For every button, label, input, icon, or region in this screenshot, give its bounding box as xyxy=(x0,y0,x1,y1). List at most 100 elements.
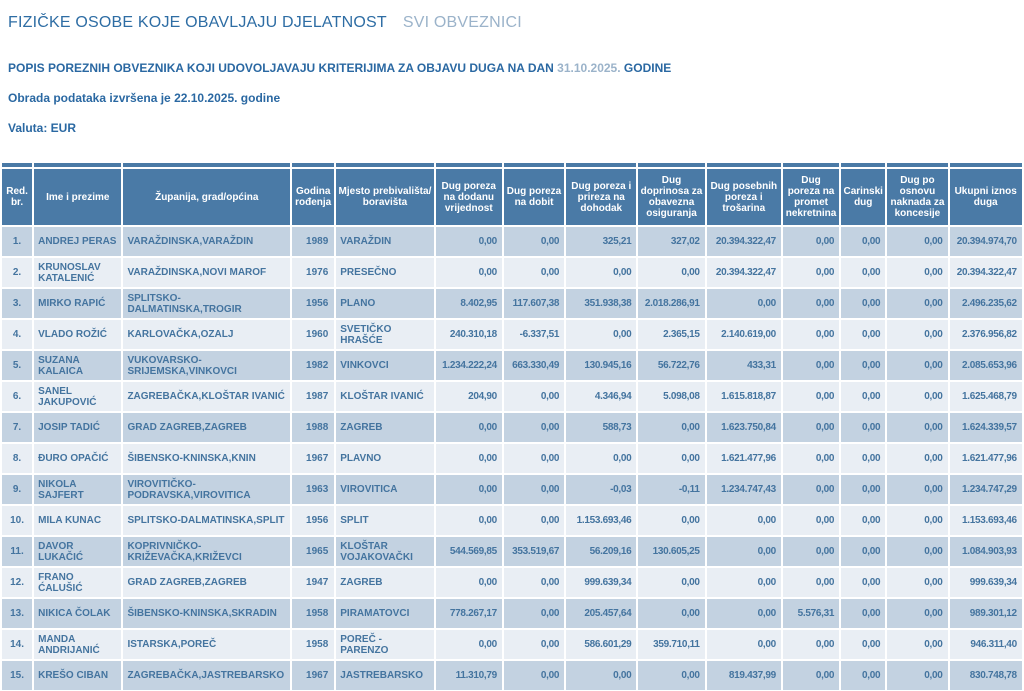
cell-birth-year: 1989 xyxy=(292,227,334,256)
table-row: 13.NIKICA ČOLAKŠIBENSKO-KNINSKA,SKRADIN1… xyxy=(2,599,1024,628)
col-header-profit-tax-debt: Dug poreza na dobit xyxy=(504,169,564,225)
cell-county-city: VARAŽDINSKA,VARAŽDIN xyxy=(123,227,290,256)
cell-real-estate-tax-debt: 0,00 xyxy=(783,630,839,659)
cell-concession-fees-debt: 0,00 xyxy=(887,289,947,318)
cell-income-tax-debt: 0,00 xyxy=(566,320,636,349)
cell-name: KREŠO CIBAN xyxy=(34,661,121,690)
cell-residence: ZAGREB xyxy=(336,568,433,597)
cell-vat-debt: 0,00 xyxy=(436,506,502,535)
col-header-row-number: Red. br. xyxy=(2,169,32,225)
cell-contributions-debt: 0,00 xyxy=(638,599,704,628)
cell-county-city: KOPRIVNIČKO-KRIŽEVAČKA,KRIŽEVCI xyxy=(123,537,290,566)
table-header: Red. br.Ime i prezimeŽupanija, grad/opći… xyxy=(2,163,1024,225)
table-row: 14.MANDA ANDRIJANIĆISTARSKA,POREČ1958POR… xyxy=(2,630,1024,659)
cell-customs-debt: 0,00 xyxy=(841,351,885,380)
cell-vat-debt: 0,00 xyxy=(436,475,502,504)
cell-birth-year: 1960 xyxy=(292,320,334,349)
cell-profit-tax-debt: 0,00 xyxy=(504,444,564,473)
cell-row-number: 7. xyxy=(2,413,32,442)
cell-row-number: 2. xyxy=(2,258,32,287)
cell-name: JOSIP TADIĆ xyxy=(34,413,121,442)
cell-name: MILA KUNAC xyxy=(34,506,121,535)
cell-special-taxes-debt: 819.437,99 xyxy=(707,661,781,690)
cell-real-estate-tax-debt: 0,00 xyxy=(783,506,839,535)
table-top-strip-cell xyxy=(707,163,781,167)
cell-total-debt: 830.748,78 xyxy=(950,661,1022,690)
col-header-vat-debt: Dug poreza na dodanu vrijednost xyxy=(436,169,502,225)
tab-svi-obveznici[interactable]: SVI OBVEZNICI xyxy=(403,14,522,31)
cell-contributions-debt: 2.018.286,91 xyxy=(638,289,704,318)
cell-contributions-debt: 2.365,15 xyxy=(638,320,704,349)
cell-vat-debt: 204,90 xyxy=(436,382,502,411)
cell-name: ĐURO OPAČIĆ xyxy=(34,444,121,473)
cell-contributions-debt: 0,00 xyxy=(638,444,704,473)
table-row: 7.JOSIP TADIĆGRAD ZAGREB,ZAGREB1988ZAGRE… xyxy=(2,413,1024,442)
cell-profit-tax-debt: 353.519,67 xyxy=(504,537,564,566)
cell-customs-debt: 0,00 xyxy=(841,413,885,442)
cell-concession-fees-debt: 0,00 xyxy=(887,661,947,690)
table-top-strip-cell xyxy=(841,163,885,167)
cell-row-number: 8. xyxy=(2,444,32,473)
cell-vat-debt: 0,00 xyxy=(436,568,502,597)
cell-total-debt: 1.084.903,93 xyxy=(950,537,1022,566)
cell-county-city: ŠIBENSKO-KNINSKA,SKRADIN xyxy=(123,599,290,628)
cell-county-city: VUKOVARSKO-SRIJEMSKA,VINKOVCI xyxy=(123,351,290,380)
cell-residence: SVETIČKO HRAŠĆE xyxy=(336,320,433,349)
cell-profit-tax-debt: 117.607,38 xyxy=(504,289,564,318)
cell-concession-fees-debt: 0,00 xyxy=(887,475,947,504)
cell-total-debt: 1.624.339,57 xyxy=(950,413,1022,442)
cell-county-city: VIROVITIČKO-PODRAVSKA,VIROVITICA xyxy=(123,475,290,504)
cell-special-taxes-debt: 0,00 xyxy=(707,537,781,566)
cell-row-number: 5. xyxy=(2,351,32,380)
table-top-strip-cell xyxy=(2,163,32,167)
cell-concession-fees-debt: 0,00 xyxy=(887,537,947,566)
col-header-special-taxes-debt: Dug posebnih poreza i trošarina xyxy=(707,169,781,225)
cell-special-taxes-debt: 2.140.619,00 xyxy=(707,320,781,349)
cell-special-taxes-debt: 1.615.818,87 xyxy=(707,382,781,411)
cell-residence: PLANO xyxy=(336,289,433,318)
table-row: 12.FRANO ĆALUŠIĆGRAD ZAGREB,ZAGREB1947ZA… xyxy=(2,568,1024,597)
table-row: 6.SANEL JAKUPOVIĆZAGREBAČKA,KLOŠTAR IVAN… xyxy=(2,382,1024,411)
cell-row-number: 3. xyxy=(2,289,32,318)
cell-birth-year: 1965 xyxy=(292,537,334,566)
cell-special-taxes-debt: 0,00 xyxy=(707,506,781,535)
cell-concession-fees-debt: 0,00 xyxy=(887,506,947,535)
cell-income-tax-debt: 130.945,16 xyxy=(566,351,636,380)
cell-row-number: 10. xyxy=(2,506,32,535)
cell-name: VLADO ROŽIĆ xyxy=(34,320,121,349)
cell-vat-debt: 11.310,79 xyxy=(436,661,502,690)
cell-income-tax-debt: 586.601,29 xyxy=(566,630,636,659)
cell-profit-tax-debt: 0,00 xyxy=(504,413,564,442)
page-title-text: FIZIČKE OSOBE KOJE OBAVLJAJU DJELATNOST xyxy=(8,14,387,31)
cell-profit-tax-debt: 0,00 xyxy=(504,630,564,659)
cell-customs-debt: 0,00 xyxy=(841,537,885,566)
cell-contributions-debt: 56.722,76 xyxy=(638,351,704,380)
cell-customs-debt: 0,00 xyxy=(841,599,885,628)
cell-birth-year: 1982 xyxy=(292,351,334,380)
col-header-total-debt: Ukupni iznos duga xyxy=(950,169,1022,225)
cell-row-number: 1. xyxy=(2,227,32,256)
table-top-strip-cell xyxy=(292,163,334,167)
cell-name: MIRKO RAPIĆ xyxy=(34,289,121,318)
cell-contributions-debt: 0,00 xyxy=(638,506,704,535)
cell-vat-debt: 8.402,95 xyxy=(436,289,502,318)
cell-vat-debt: 0,00 xyxy=(436,413,502,442)
cell-county-city: GRAD ZAGREB,ZAGREB xyxy=(123,413,290,442)
cell-real-estate-tax-debt: 0,00 xyxy=(783,537,839,566)
cell-real-estate-tax-debt: 0,00 xyxy=(783,661,839,690)
list-criteria-prefix: POPIS POREZNIH OBVEZNIKA KOJI UDOVOLJAVA… xyxy=(8,61,554,75)
cell-residence: POREČ - PARENZO xyxy=(336,630,433,659)
cell-birth-year: 1958 xyxy=(292,599,334,628)
cell-profit-tax-debt: 0,00 xyxy=(504,599,564,628)
cell-profit-tax-debt: 0,00 xyxy=(504,227,564,256)
cell-county-city: ISTARSKA,POREČ xyxy=(123,630,290,659)
cell-customs-debt: 0,00 xyxy=(841,258,885,287)
cell-special-taxes-debt: 0,00 xyxy=(707,289,781,318)
table-row: 15.KREŠO CIBANZAGREBAČKA,JASTREBARSKO196… xyxy=(2,661,1024,690)
cell-profit-tax-debt: 0,00 xyxy=(504,506,564,535)
cell-customs-debt: 0,00 xyxy=(841,630,885,659)
cell-profit-tax-debt: -6.337,51 xyxy=(504,320,564,349)
cell-contributions-debt: 0,00 xyxy=(638,661,704,690)
cell-name: SANEL JAKUPOVIĆ xyxy=(34,382,121,411)
cell-residence: PRESEČNO xyxy=(336,258,433,287)
